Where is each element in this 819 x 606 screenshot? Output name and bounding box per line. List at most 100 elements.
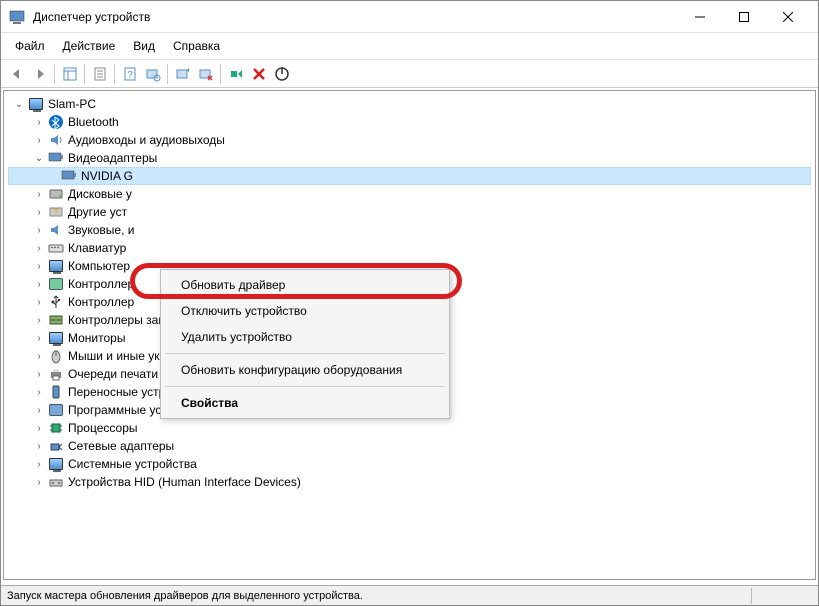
system-icon bbox=[48, 456, 64, 472]
svg-text:?: ? bbox=[53, 207, 58, 217]
unknown-icon: ? bbox=[48, 204, 64, 220]
sound-icon bbox=[48, 222, 64, 238]
chevron-right-icon[interactable]: › bbox=[32, 295, 46, 309]
display-adapter-icon bbox=[48, 150, 64, 166]
chevron-right-icon[interactable]: › bbox=[32, 367, 46, 381]
ctx-uninstall[interactable]: Удалить устройство bbox=[163, 324, 447, 350]
tree-item-nvidia[interactable]: NVIDIA G bbox=[8, 167, 811, 185]
update-driver-button[interactable] bbox=[171, 63, 194, 85]
tree-label: Системные устройства bbox=[68, 457, 197, 471]
tree-label: Контроллер bbox=[68, 277, 134, 291]
ctx-disable[interactable]: Отключить устройство bbox=[163, 298, 447, 324]
disk-icon bbox=[48, 186, 64, 202]
disable-device-button[interactable] bbox=[194, 63, 217, 85]
display-adapter-icon bbox=[61, 168, 77, 184]
enable-device-button[interactable] bbox=[224, 63, 247, 85]
tree-item-audio[interactable]: › Аудиовходы и аудиовыходы bbox=[8, 131, 811, 149]
tree-item-system[interactable]: › Системные устройства bbox=[8, 455, 811, 473]
menu-help[interactable]: Справка bbox=[165, 35, 228, 57]
chevron-down-icon[interactable]: ⌄ bbox=[32, 151, 46, 165]
menu-view[interactable]: Вид bbox=[125, 35, 163, 57]
tree-item-keyboards[interactable]: › Клавиатур bbox=[8, 239, 811, 257]
hid-icon bbox=[48, 474, 64, 490]
chevron-right-icon[interactable]: › bbox=[32, 241, 46, 255]
mouse-icon bbox=[48, 348, 64, 364]
software-icon bbox=[48, 402, 64, 418]
chevron-right-icon[interactable]: › bbox=[32, 277, 46, 291]
svg-text:?: ? bbox=[127, 70, 133, 81]
chevron-right-icon[interactable]: › bbox=[32, 349, 46, 363]
tree-label: Аудиовходы и аудиовыходы bbox=[68, 133, 225, 147]
status-bar: Запуск мастера обновления драйверов для … bbox=[1, 585, 818, 605]
chevron-right-icon[interactable]: › bbox=[32, 331, 46, 345]
chevron-right-icon[interactable]: › bbox=[32, 115, 46, 129]
audio-icon bbox=[48, 132, 64, 148]
controller-icon bbox=[48, 276, 64, 292]
menu-file[interactable]: Файл bbox=[7, 35, 53, 57]
ctx-update-driver[interactable]: Обновить драйвер bbox=[163, 272, 447, 298]
chevron-right-icon[interactable]: › bbox=[32, 133, 46, 147]
tree-label: Контроллер bbox=[68, 295, 134, 309]
monitor-icon bbox=[48, 330, 64, 346]
chevron-right-icon[interactable]: › bbox=[32, 439, 46, 453]
properties-button[interactable] bbox=[88, 63, 111, 85]
tree-label: Очереди печати bbox=[68, 367, 158, 381]
forward-button[interactable] bbox=[28, 63, 51, 85]
chevron-right-icon[interactable]: › bbox=[32, 421, 46, 435]
show-hide-button[interactable] bbox=[58, 63, 81, 85]
app-icon bbox=[9, 9, 25, 25]
context-menu: Обновить драйвер Отключить устройство Уд… bbox=[160, 269, 450, 419]
tree-label: Процессоры bbox=[68, 421, 138, 435]
close-button[interactable] bbox=[766, 2, 810, 32]
tree-label: Другие уст bbox=[68, 205, 127, 219]
chevron-right-icon[interactable]: › bbox=[32, 385, 46, 399]
uninstall-button[interactable] bbox=[247, 63, 270, 85]
chevron-right-icon[interactable]: › bbox=[32, 403, 46, 417]
ctx-properties[interactable]: Свойства bbox=[163, 390, 447, 416]
chevron-right-icon[interactable]: › bbox=[32, 205, 46, 219]
tree-item-disk[interactable]: › Дисковые у bbox=[8, 185, 811, 203]
tree-label: Slam-PC bbox=[48, 97, 96, 111]
chevron-right-icon[interactable]: › bbox=[32, 475, 46, 489]
chevron-down-icon[interactable]: ⌄ bbox=[12, 97, 26, 111]
tree-label: Дисковые у bbox=[68, 187, 132, 201]
maximize-button[interactable] bbox=[722, 2, 766, 32]
tree-item-bluetooth[interactable]: › Bluetooth bbox=[8, 113, 811, 131]
tree-label: Клавиатур bbox=[68, 241, 126, 255]
portable-icon bbox=[48, 384, 64, 400]
power-button[interactable] bbox=[270, 63, 293, 85]
tree-label: Звуковые, и bbox=[68, 223, 134, 237]
tree-root[interactable]: ⌄ Slam-PC bbox=[8, 95, 811, 113]
tree-item-sound[interactable]: › Звуковые, и bbox=[8, 221, 811, 239]
processor-icon bbox=[48, 420, 64, 436]
printer-icon bbox=[48, 366, 64, 382]
computer-icon bbox=[28, 96, 44, 112]
tree-item-processors[interactable]: › Процессоры bbox=[8, 419, 811, 437]
help-button[interactable]: ? bbox=[118, 63, 141, 85]
back-button[interactable] bbox=[5, 63, 28, 85]
tree-item-video[interactable]: ⌄ Видеоадаптеры bbox=[8, 149, 811, 167]
minimize-button[interactable] bbox=[678, 2, 722, 32]
chevron-right-icon[interactable]: › bbox=[32, 259, 46, 273]
tree-item-other[interactable]: › ? Другие уст bbox=[8, 203, 811, 221]
tree-item-hid[interactable]: › Устройства HID (Human Interface Device… bbox=[8, 473, 811, 491]
tree-item-network[interactable]: › Сетевые адаптеры bbox=[8, 437, 811, 455]
chevron-right-icon[interactable]: › bbox=[32, 187, 46, 201]
menu-bar: Файл Действие Вид Справка bbox=[1, 33, 818, 60]
device-tree[interactable]: ⌄ Slam-PC › Bluetooth › Аудиовходы и ауд… bbox=[3, 90, 816, 580]
tree-label: Мониторы bbox=[68, 331, 125, 345]
usb-icon bbox=[48, 294, 64, 310]
chevron-right-icon[interactable]: › bbox=[32, 223, 46, 237]
ctx-scan[interactable]: Обновить конфигурацию оборудования bbox=[163, 357, 447, 383]
network-icon bbox=[48, 438, 64, 454]
scan-hardware-button[interactable] bbox=[141, 63, 164, 85]
toolbar: ? bbox=[1, 60, 818, 88]
storage-icon bbox=[48, 312, 64, 328]
tree-label: Устройства HID (Human Interface Devices) bbox=[68, 475, 301, 489]
chevron-right-icon[interactable]: › bbox=[32, 313, 46, 327]
menu-action[interactable]: Действие bbox=[55, 35, 124, 57]
tree-label: NVIDIA G bbox=[81, 169, 133, 183]
window-title: Диспетчер устройств bbox=[33, 10, 150, 24]
tree-label: Bluetooth bbox=[68, 115, 119, 129]
chevron-right-icon[interactable]: › bbox=[32, 457, 46, 471]
